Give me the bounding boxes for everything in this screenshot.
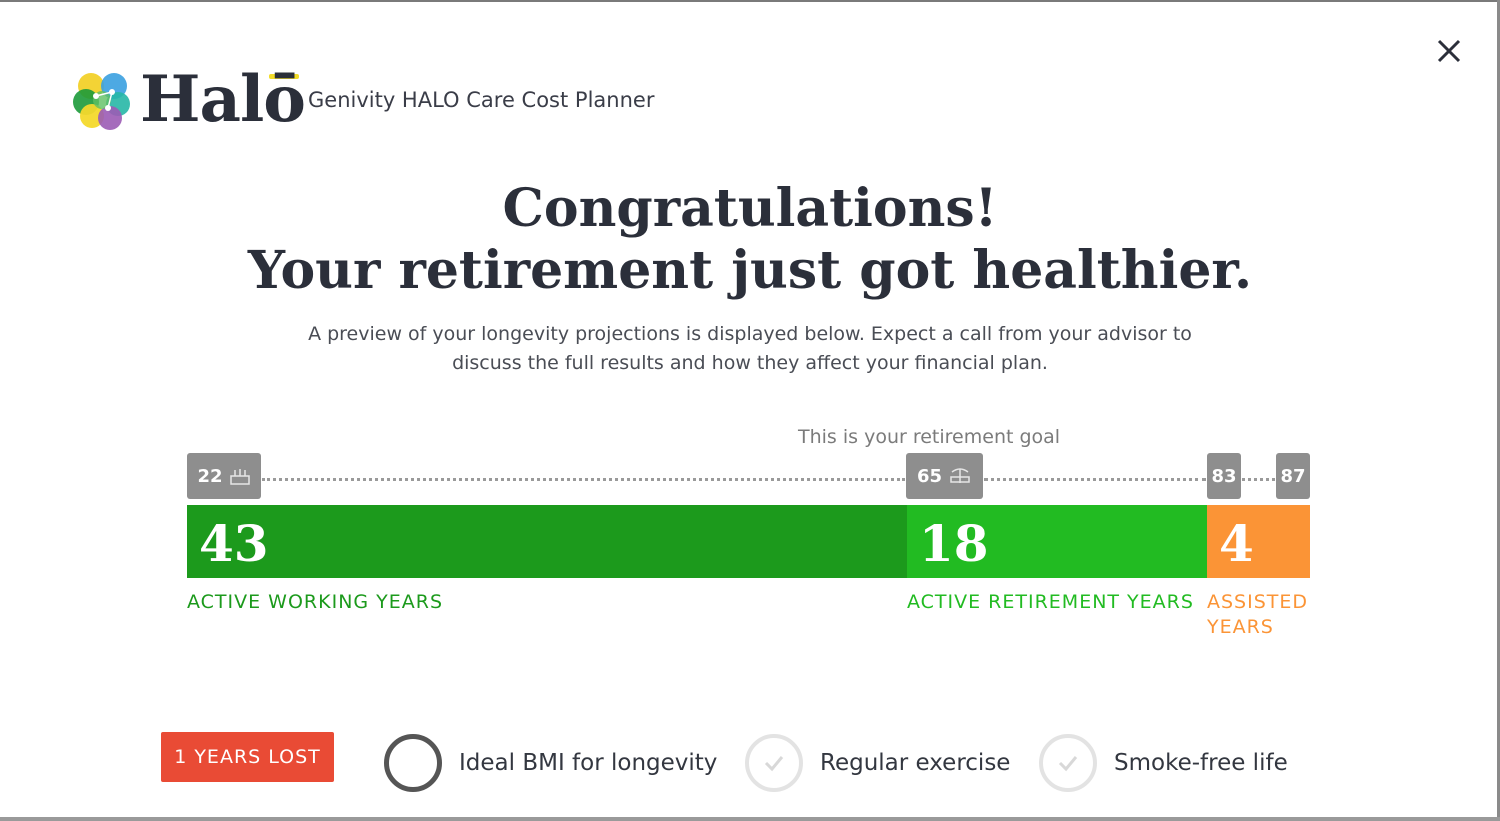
logo-wordmark: Halō (140, 62, 306, 137)
timeline-dotted-line (1242, 478, 1275, 481)
factor-smoke-free[interactable]: Smoke-free life (1039, 731, 1288, 795)
description-text: A preview of your longevity projections … (308, 323, 1192, 374)
label-active-working-years: ACTIVE WORKING YEARS (187, 591, 444, 613)
age-marker-current: 22 (187, 453, 261, 499)
age-current-value: 22 (197, 465, 223, 487)
age-active-end-value: 83 (1211, 465, 1237, 487)
label-assisted-years: ASSISTED YEARS (1207, 591, 1309, 638)
check-circle-icon (745, 734, 803, 792)
check-icon (764, 756, 784, 772)
retirement-goal-label: This is your retirement goal (798, 426, 1061, 448)
window-bottom-border (0, 817, 1500, 821)
bar-active-retirement-years: 18 (907, 505, 1207, 578)
age-life-end-value: 87 (1280, 465, 1306, 487)
age-marker-active-end: 83 (1207, 453, 1241, 499)
years-lost-badge: 1 YEARS LOST (161, 732, 334, 782)
age-marker-retirement: 65 (906, 453, 983, 499)
headline-line-1: Congratulations! (502, 178, 998, 239)
close-button[interactable] (1432, 34, 1466, 68)
factor-bmi-label: Ideal BMI for longevity (459, 750, 718, 776)
check-icon (1058, 756, 1078, 772)
factor-exercise[interactable]: Regular exercise (745, 731, 1010, 795)
bar-assisted-years: 4 (1207, 505, 1310, 578)
factor-exercise-label: Regular exercise (820, 750, 1011, 776)
headline-line-2: Your retirement just got healthier. (247, 240, 1253, 301)
window-top-border (0, 0, 1500, 2)
app-title: Genivity HALO Care Cost Planner (308, 88, 655, 112)
factor-smoke-free-label: Smoke-free life (1114, 750, 1288, 776)
unchecked-circle-icon (384, 734, 442, 792)
age-marker-life-end: 87 (1276, 453, 1310, 499)
headline: Congratulations! Your retirement just go… (0, 178, 1500, 302)
check-circle-icon (1039, 734, 1097, 792)
factor-bmi[interactable]: Ideal BMI for longevity (384, 731, 717, 795)
timeline-dotted-line (984, 478, 1206, 481)
beach-chair-icon (950, 468, 970, 483)
close-icon (1437, 39, 1461, 63)
label-active-retirement-years: ACTIVE RETIREMENT YEARS (907, 591, 1194, 613)
bar-active-working-years: 43 (187, 505, 907, 578)
birthday-cake-icon (229, 469, 250, 485)
age-retirement-value: 65 (916, 465, 943, 487)
halo-logo-icon (73, 73, 130, 130)
timeline-dotted-line (262, 478, 905, 481)
